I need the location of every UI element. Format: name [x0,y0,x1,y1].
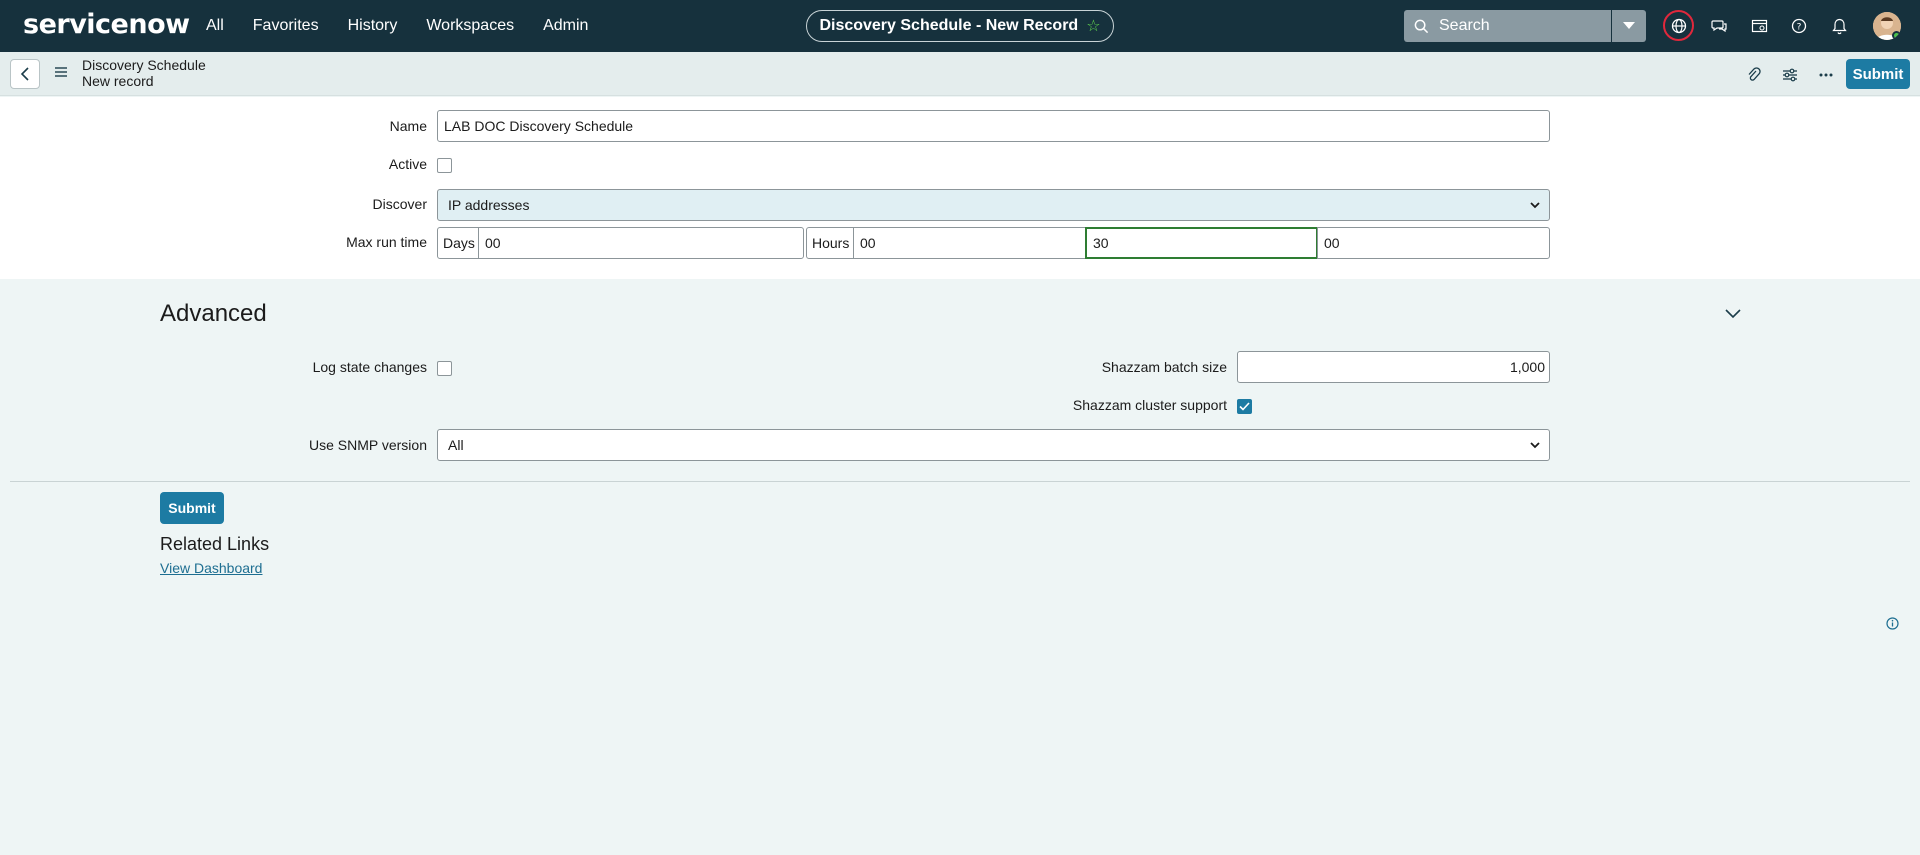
breadcrumb: Discovery Schedule New record [82,57,206,89]
settings-sliders-icon[interactable] [1779,64,1801,86]
minutes-input[interactable]: 30 [1085,227,1318,259]
use-snmp-version-label: Use SNMP version [308,437,427,453]
chevron-down-icon [1530,202,1540,209]
help-icon[interactable]: ? [1785,12,1813,40]
chat-icon[interactable] [1705,12,1733,40]
snmp-version-select[interactable]: All [437,429,1550,461]
discover-label: Discover [372,196,427,212]
shazzam-batch-size-label: Shazzam batch size [1101,359,1227,375]
checkmark-icon [1239,402,1250,411]
section-divider [10,481,1910,482]
days-unit-label: Days [437,227,479,259]
shazzam-cluster-support-label: Shazzam cluster support [1072,397,1227,413]
shazzam-cluster-support-checkbox[interactable] [1237,399,1252,414]
caret-down-icon [1623,22,1635,29]
menu-history[interactable]: History [348,17,398,35]
log-state-changes-label: Log state changes [312,359,427,375]
days-input[interactable]: 00 [478,227,804,259]
seconds-input[interactable]: 00 [1317,227,1550,259]
view-dashboard-link[interactable]: View Dashboard [160,560,262,576]
discover-select[interactable]: IP addresses [437,189,1550,221]
breadcrumb-record: New record [82,73,154,89]
online-status-dot [1892,31,1901,40]
main-menu: All Favorites History Workspaces Admin [206,0,617,52]
more-options-icon[interactable] [1815,64,1837,86]
max-run-time-label: Max run time [346,234,427,250]
impersonate-icon[interactable] [1745,12,1773,40]
globe-icon[interactable] [1663,10,1694,41]
chevron-down-icon[interactable] [1724,306,1742,322]
submit-button-bottom[interactable]: Submit [160,492,224,524]
menu-workspaces[interactable]: Workspaces [426,17,514,35]
related-links-title: Related Links [160,534,270,554]
active-label: Active [388,156,427,172]
search-icon [1414,19,1429,33]
hamburger-menu-icon[interactable] [54,65,68,81]
submit-button-top[interactable]: Submit [1846,59,1910,89]
chevron-down-icon [1530,442,1540,449]
hours-input[interactable]: 00 [853,227,1086,259]
record-title: Discovery Schedule - New Record [819,17,1079,34]
menu-admin[interactable]: Admin [543,17,588,35]
menu-favorites[interactable]: Favorites [253,17,319,35]
name-label: Name [389,118,427,134]
info-icon[interactable] [1886,617,1899,633]
discover-selected-value: IP addresses [448,197,530,213]
chevron-left-icon [20,67,29,81]
search-field[interactable]: Search [1404,10,1611,42]
hours-unit-label: Hours [806,227,854,259]
search-placeholder: Search [1439,17,1490,34]
menu-all[interactable]: All [206,17,224,35]
svg-text:?: ? [1797,23,1802,33]
breadcrumb-table: Discovery Schedule [82,57,206,73]
record-title-pill: Discovery Schedule - New Record ☆ [806,10,1114,42]
snmp-selected-value: All [448,437,464,453]
log-state-changes-checkbox[interactable] [437,361,452,376]
notifications-bell-icon[interactable] [1825,12,1853,40]
name-input[interactable]: LAB DOC Discovery Schedule [437,110,1550,142]
star-icon[interactable]: ☆ [1086,16,1100,36]
form-header-bar: Discovery Schedule New record Submit [0,52,1920,96]
active-checkbox[interactable] [437,158,452,173]
advanced-section-title: Advanced [160,300,267,327]
top-navigation-bar: servicenow All Favorites History Workspa… [0,0,1920,52]
servicenow-logo[interactable]: servicenow [23,9,190,40]
shazzam-batch-size-input[interactable]: 1,000 [1237,351,1550,383]
paperclip-icon[interactable] [1743,64,1765,86]
user-avatar[interactable] [1873,12,1901,40]
back-button[interactable] [10,59,40,89]
search-scope-dropdown[interactable] [1612,10,1646,42]
